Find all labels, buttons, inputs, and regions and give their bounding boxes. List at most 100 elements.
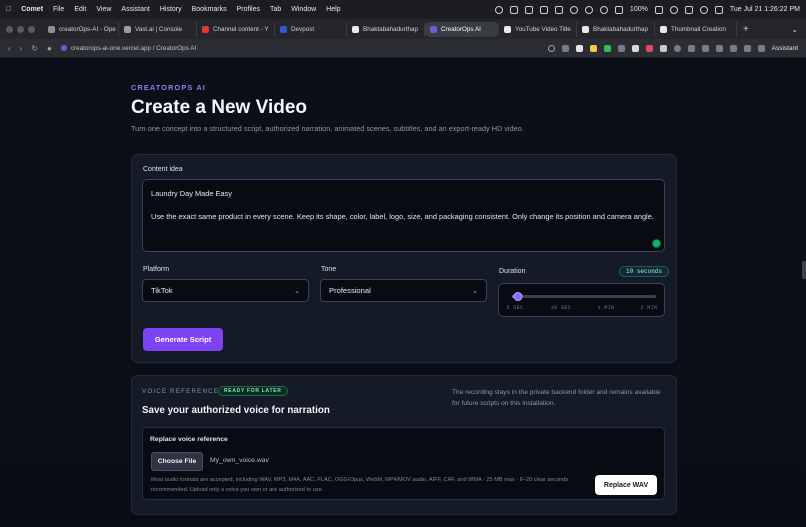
status-app-icon[interactable]: [684, 5, 693, 14]
tab-label: YouTube Video Title: [515, 25, 571, 33]
page-title: Create a New Video: [131, 97, 308, 118]
tab-strip: creatorOps-AI - Ope Vast.ai | Console Chan…: [43, 21, 737, 37]
bookmark-star-icon[interactable]: [547, 44, 555, 52]
download-icon[interactable]: [715, 44, 723, 52]
menu-history[interactable]: History: [160, 6, 182, 13]
selected-file-name: My_own_voice.wav: [210, 457, 269, 464]
sidebar-toggle-icon[interactable]: [743, 44, 751, 52]
mic-icon[interactable]: ●: [47, 44, 52, 53]
voice-privacy-note: The recording stays in the private backe…: [452, 389, 661, 407]
extension-icon[interactable]: [757, 44, 765, 52]
browser-tab[interactable]: YouTube Video Title: [499, 21, 577, 37]
tone-select[interactable]: Professional ⌄: [320, 279, 487, 302]
tab-favicon-icon: [660, 25, 667, 33]
menu-file[interactable]: File: [53, 6, 64, 13]
tab-label: Vast.ai | Console: [135, 25, 183, 33]
extension-icon[interactable]: [575, 44, 583, 52]
browser-tabbar: creatorOps-AI - Ope Vast.ai | Console Chan…: [0, 19, 806, 39]
spotlight-search-icon[interactable]: [699, 5, 708, 14]
status-app-icon[interactable]: [554, 5, 563, 14]
page-subtitle: Turn one concept into a structured scrip…: [131, 124, 524, 133]
tab-label: Thumbnail Creation: [671, 25, 726, 33]
browser-tab[interactable]: Vast.ai | Console: [119, 21, 197, 37]
voice-section-title: Save your authorized voice for narration: [142, 405, 330, 416]
extension-icon[interactable]: [673, 44, 681, 52]
platform-label: Platform: [143, 266, 170, 273]
platform-select[interactable]: TikTok ⌄: [142, 279, 309, 302]
status-clock-icon[interactable]: [599, 5, 608, 14]
generate-script-button[interactable]: Generate Script: [143, 328, 223, 351]
menu-edit[interactable]: Edit: [74, 6, 86, 13]
tab-label: Bhaktabahadurthap: [593, 25, 648, 33]
menu-help[interactable]: Help: [326, 6, 340, 13]
share-link-icon[interactable]: [561, 44, 569, 52]
extension-icon[interactable]: [631, 44, 639, 52]
menu-bookmarks[interactable]: Bookmarks: [192, 6, 227, 13]
tab-favicon-icon: [124, 25, 131, 33]
content-idea-title: Laundry Day Made Easy: [151, 189, 232, 198]
forward-arrow-icon[interactable]: ›: [20, 44, 23, 53]
menu-tab[interactable]: Tab: [270, 6, 281, 13]
status-dropbox-icon[interactable]: [509, 5, 518, 14]
wifi-icon[interactable]: [669, 5, 678, 14]
tab-favicon-icon: [202, 25, 209, 33]
status-brightness-icon[interactable]: [569, 5, 578, 14]
chevron-down-icon: ⌄: [472, 287, 478, 295]
menubar-clock[interactable]: Tue Jul 21 1:26:22 PM: [730, 6, 800, 13]
battery-percent: 100%: [629, 6, 648, 13]
extension-icon[interactable]: [645, 44, 653, 52]
tab-favicon-icon: [582, 25, 589, 33]
minimize-window-button[interactable]: [17, 25, 24, 33]
browser-tab[interactable]: Channel content - Y: [197, 21, 275, 37]
apple-icon[interactable]: : [6, 6, 11, 13]
tab-favicon-icon: [504, 25, 511, 33]
status-app-icon[interactable]: [524, 5, 533, 14]
menu-view[interactable]: View: [96, 6, 111, 13]
status-play-icon[interactable]: [584, 5, 593, 14]
duration-slider-thumb[interactable]: [513, 292, 523, 301]
control-center-icon[interactable]: [714, 5, 723, 14]
reload-icon[interactable]: ↻: [31, 44, 38, 53]
extension-icon[interactable]: [617, 44, 625, 52]
extension-icon[interactable]: [729, 44, 737, 52]
content-idea-textarea[interactable]: Laundry Day Made Easy Use the exact same…: [142, 179, 665, 252]
tab-label: CreatorOps AI: [441, 25, 481, 33]
extension-icon[interactable]: [603, 44, 611, 52]
tab-favicon-icon: [352, 25, 359, 33]
browser-tab[interactable]: Bhaktabahadurthap: [577, 21, 655, 37]
grammarly-icon[interactable]: [652, 239, 661, 248]
tab-list-chevron-icon[interactable]: ⌄: [791, 25, 798, 34]
extension-icon[interactable]: [687, 44, 695, 52]
new-tab-plus-icon[interactable]: +: [743, 24, 749, 35]
browser-tab[interactable]: Bhaktabahadurthap: [347, 21, 425, 37]
replace-wav-button[interactable]: Replace WAV: [595, 475, 657, 495]
page-scrollbar[interactable]: [802, 261, 806, 279]
extension-icon[interactable]: [589, 44, 597, 52]
battery-icon[interactable]: [654, 5, 663, 14]
status-app-icon[interactable]: [494, 5, 503, 14]
maximize-window-button[interactable]: [28, 25, 35, 33]
menu-app-name[interactable]: Comet: [21, 6, 43, 13]
tone-value: Professional: [329, 286, 371, 295]
browser-tab[interactable]: Thumbnail Creation: [655, 21, 737, 37]
menu-window[interactable]: Window: [291, 6, 316, 13]
status-app-icon[interactable]: [539, 5, 548, 14]
browser-tab[interactable]: Devpost: [275, 21, 347, 37]
browser-tab[interactable]: creatorOps-AI - Ope: [43, 21, 119, 37]
choose-file-button[interactable]: Choose File: [151, 452, 203, 471]
address-bar: ‹ › ↻ ● creatorops-ai-one.vercel.app / C…: [0, 39, 806, 58]
duration-slider-track[interactable]: [512, 292, 656, 301]
browser-tab[interactable]: CreatorOps AI: [425, 21, 499, 37]
extension-icon[interactable]: [701, 44, 709, 52]
extension-icon[interactable]: [659, 44, 667, 52]
replace-voice-label: Replace voice reference: [150, 436, 228, 443]
menu-profiles[interactable]: Profiles: [237, 6, 260, 13]
url-text[interactable]: creatorops-ai-one.vercel.app / CreatorOp…: [71, 45, 196, 52]
assistant-button[interactable]: Assistant: [772, 45, 798, 52]
browser-window:  Comet File Edit View Assistant History…: [0, 0, 806, 527]
status-app-icon[interactable]: [614, 5, 623, 14]
ready-status-badge: READY FOR LATER: [218, 386, 288, 396]
menu-assistant[interactable]: Assistant: [121, 6, 149, 13]
back-arrow-icon[interactable]: ‹: [8, 44, 11, 53]
close-window-button[interactable]: [6, 25, 13, 33]
